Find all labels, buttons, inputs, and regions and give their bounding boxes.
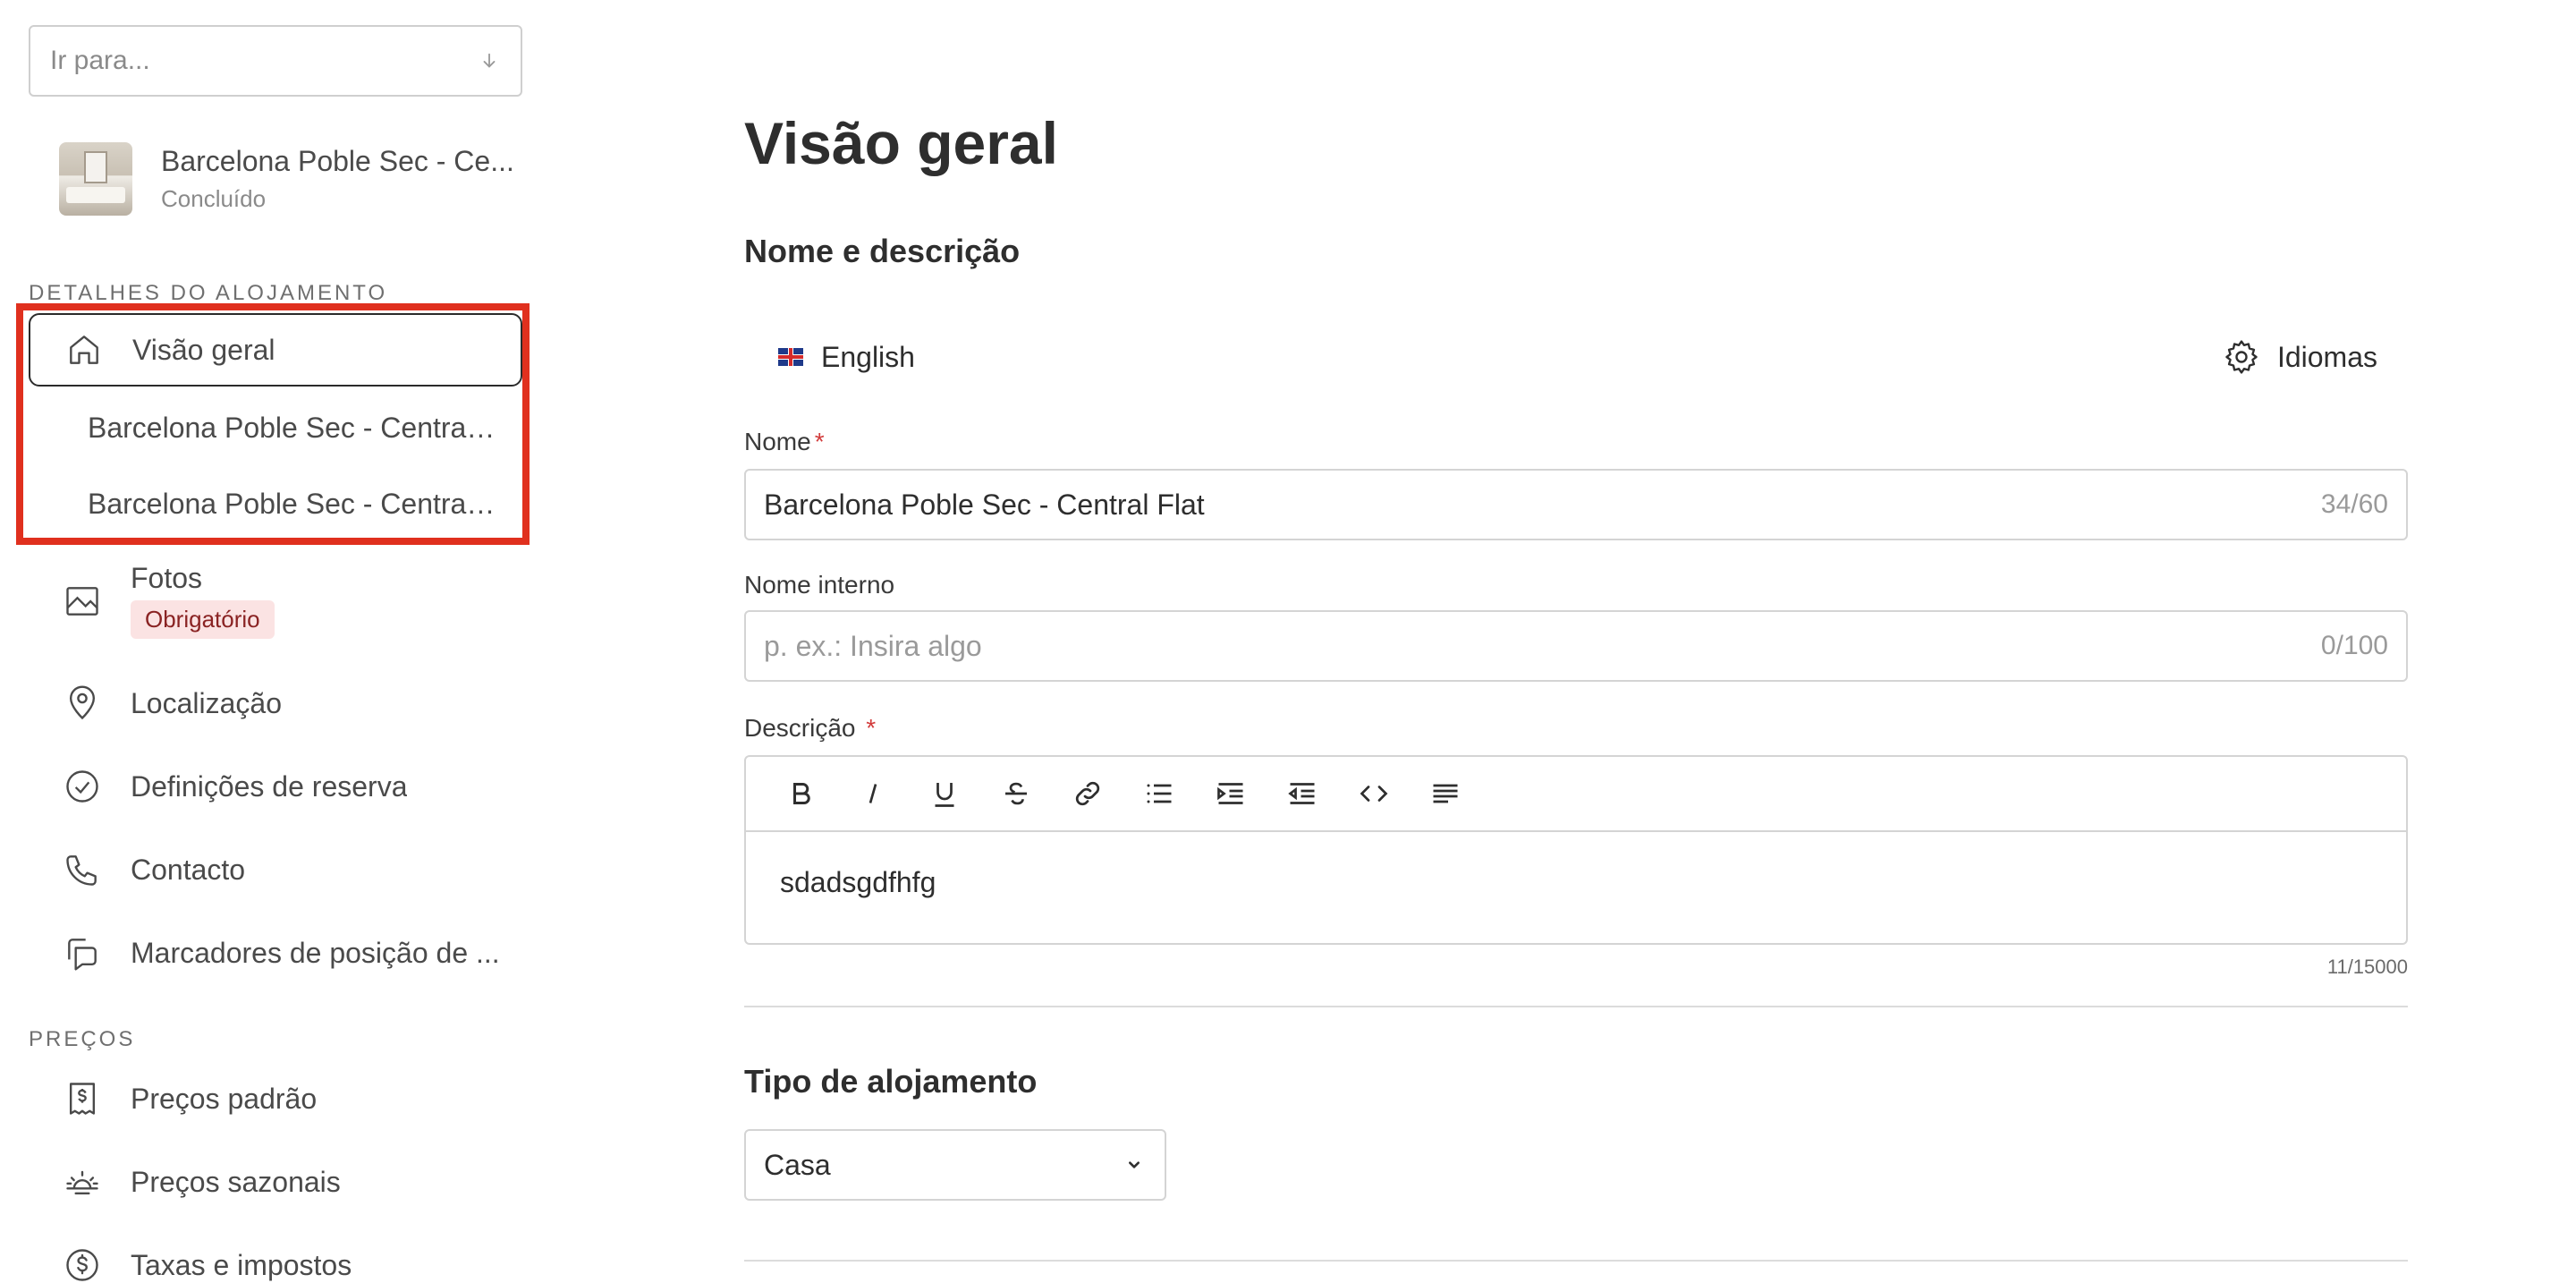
sidebar-item-overview[interactable]: Visão geral	[29, 313, 522, 387]
phone-icon	[61, 848, 104, 891]
goto-select[interactable]: Ir para...	[29, 25, 522, 97]
sidebar: Ir para... Barcelona Poble Sec - Ce... C…	[0, 0, 537, 1283]
dollar-circle-icon	[61, 1244, 104, 1283]
languages-button[interactable]: Idiomas	[2222, 337, 2377, 377]
sidebar-item-standard-prices[interactable]: Preços padrão	[29, 1077, 522, 1120]
sidebar-item-contact[interactable]: Contacto	[29, 848, 522, 891]
listing-status: Concluído	[161, 185, 267, 212]
property-type-value: Casa	[764, 1148, 831, 1181]
description-counter: 11/15000	[2326, 956, 2408, 978]
home-icon	[63, 328, 106, 371]
sidebar-subitem-name[interactable]: Barcelona Poble Sec - Central F...	[88, 412, 499, 445]
sidebar-item-label: Visão geral	[132, 333, 275, 366]
sidebar-item-seasonal-prices[interactable]: Preços sazonais	[29, 1160, 522, 1203]
divider	[744, 1006, 2408, 1007]
arrow-down-icon	[478, 49, 501, 72]
languages-label: Idiomas	[2276, 340, 2377, 373]
sidebar-item-label: Marcadores de posição de ...	[131, 936, 500, 969]
sidebar-item-label: Definições de reserva	[131, 769, 408, 803]
listing-thumbnail	[59, 142, 132, 216]
bullet-list-button[interactable]	[1123, 767, 1195, 820]
required-badge: Obrigatório	[131, 600, 275, 639]
internal-name-placeholder: p. ex.: Insira algo	[764, 629, 982, 662]
description-text[interactable]: sdadsgdfhfg	[746, 832, 2406, 933]
check-circle-icon	[61, 765, 104, 808]
page-title: Visão geral	[744, 110, 1058, 176]
page: Ir para... Barcelona Poble Sec - Ce... C…	[0, 0, 2576, 1283]
uk-flag-icon	[778, 348, 803, 366]
align-left-button[interactable]	[1410, 767, 1481, 820]
description-label: Descrição *	[744, 714, 877, 742]
internal-name-input[interactable]: p. ex.: Insira algo 0/100	[744, 610, 2408, 682]
sidebar-item-label: Localização	[131, 686, 282, 719]
description-editor[interactable]: sdadsgdfhfg	[744, 755, 2408, 945]
sidebar-item-label: Fotos	[131, 562, 203, 594]
sidebar-item-location[interactable]: Localização	[29, 682, 522, 725]
image-icon	[61, 580, 104, 623]
sidebar-item-taxes[interactable]: Taxas e impostos	[29, 1244, 522, 1283]
name-value: Barcelona Poble Sec - Central Flat	[764, 488, 1205, 521]
chat-bubbles-icon	[61, 931, 104, 974]
sidebar-item-booking[interactable]: Definições de reserva	[29, 765, 522, 808]
name-label: Nome *	[744, 428, 825, 455]
sidebar-item-markers[interactable]: Marcadores de posição de ...	[29, 931, 522, 974]
sidebar-item-label: Contacto	[131, 853, 246, 886]
chevron-down-icon	[1129, 1161, 1140, 1168]
link-button[interactable]	[1052, 767, 1123, 820]
underline-button[interactable]	[909, 767, 980, 820]
indent-button[interactable]	[1195, 767, 1267, 820]
bold-button[interactable]	[766, 767, 837, 820]
listing-name: Barcelona Poble Sec - Ce...	[161, 145, 514, 177]
language-tab-english[interactable]: English	[821, 341, 915, 374]
strikethrough-button[interactable]	[980, 767, 1052, 820]
outdent-button[interactable]	[1267, 767, 1338, 820]
gear-icon	[2225, 340, 2258, 374]
divider	[744, 1260, 2408, 1262]
listing-summary[interactable]: Barcelona Poble Sec - Ce... Concluído	[59, 141, 524, 217]
sidebar-item-label: Taxas e impostos	[131, 1248, 352, 1281]
receipt-dollar-icon	[61, 1077, 104, 1120]
editor-toolbar	[746, 757, 2406, 832]
name-counter: 34/60	[2320, 489, 2388, 519]
section-title-property-type: Tipo de alojamento	[744, 1063, 1038, 1100]
property-type-select[interactable]: Casa	[744, 1129, 1166, 1201]
map-pin-icon	[61, 682, 104, 725]
section-title-name-description: Nome e descrição	[744, 233, 1021, 269]
sun-icon	[61, 1160, 104, 1203]
language-row: English Idiomas	[744, 326, 2408, 388]
internal-name-counter: 0/100	[2320, 631, 2388, 660]
section-label-details: DETALHES DO ALOJAMENTO	[29, 281, 388, 305]
sidebar-item-photos[interactable]: Fotos Obrigatório	[29, 562, 522, 639]
sidebar-item-label: Preços padrão	[131, 1082, 318, 1115]
italic-button[interactable]	[837, 767, 909, 820]
code-button[interactable]	[1338, 767, 1410, 820]
sidebar-item-label: Preços sazonais	[131, 1165, 341, 1198]
goto-placeholder: Ir para...	[50, 46, 150, 75]
sidebar-subitem-description[interactable]: Barcelona Poble Sec - Central F...	[88, 488, 499, 521]
name-input[interactable]: Barcelona Poble Sec - Central Flat 34/60	[744, 469, 2408, 540]
section-label-prices: PREÇOS	[29, 1027, 136, 1051]
internal-name-label: Nome interno	[744, 571, 895, 599]
